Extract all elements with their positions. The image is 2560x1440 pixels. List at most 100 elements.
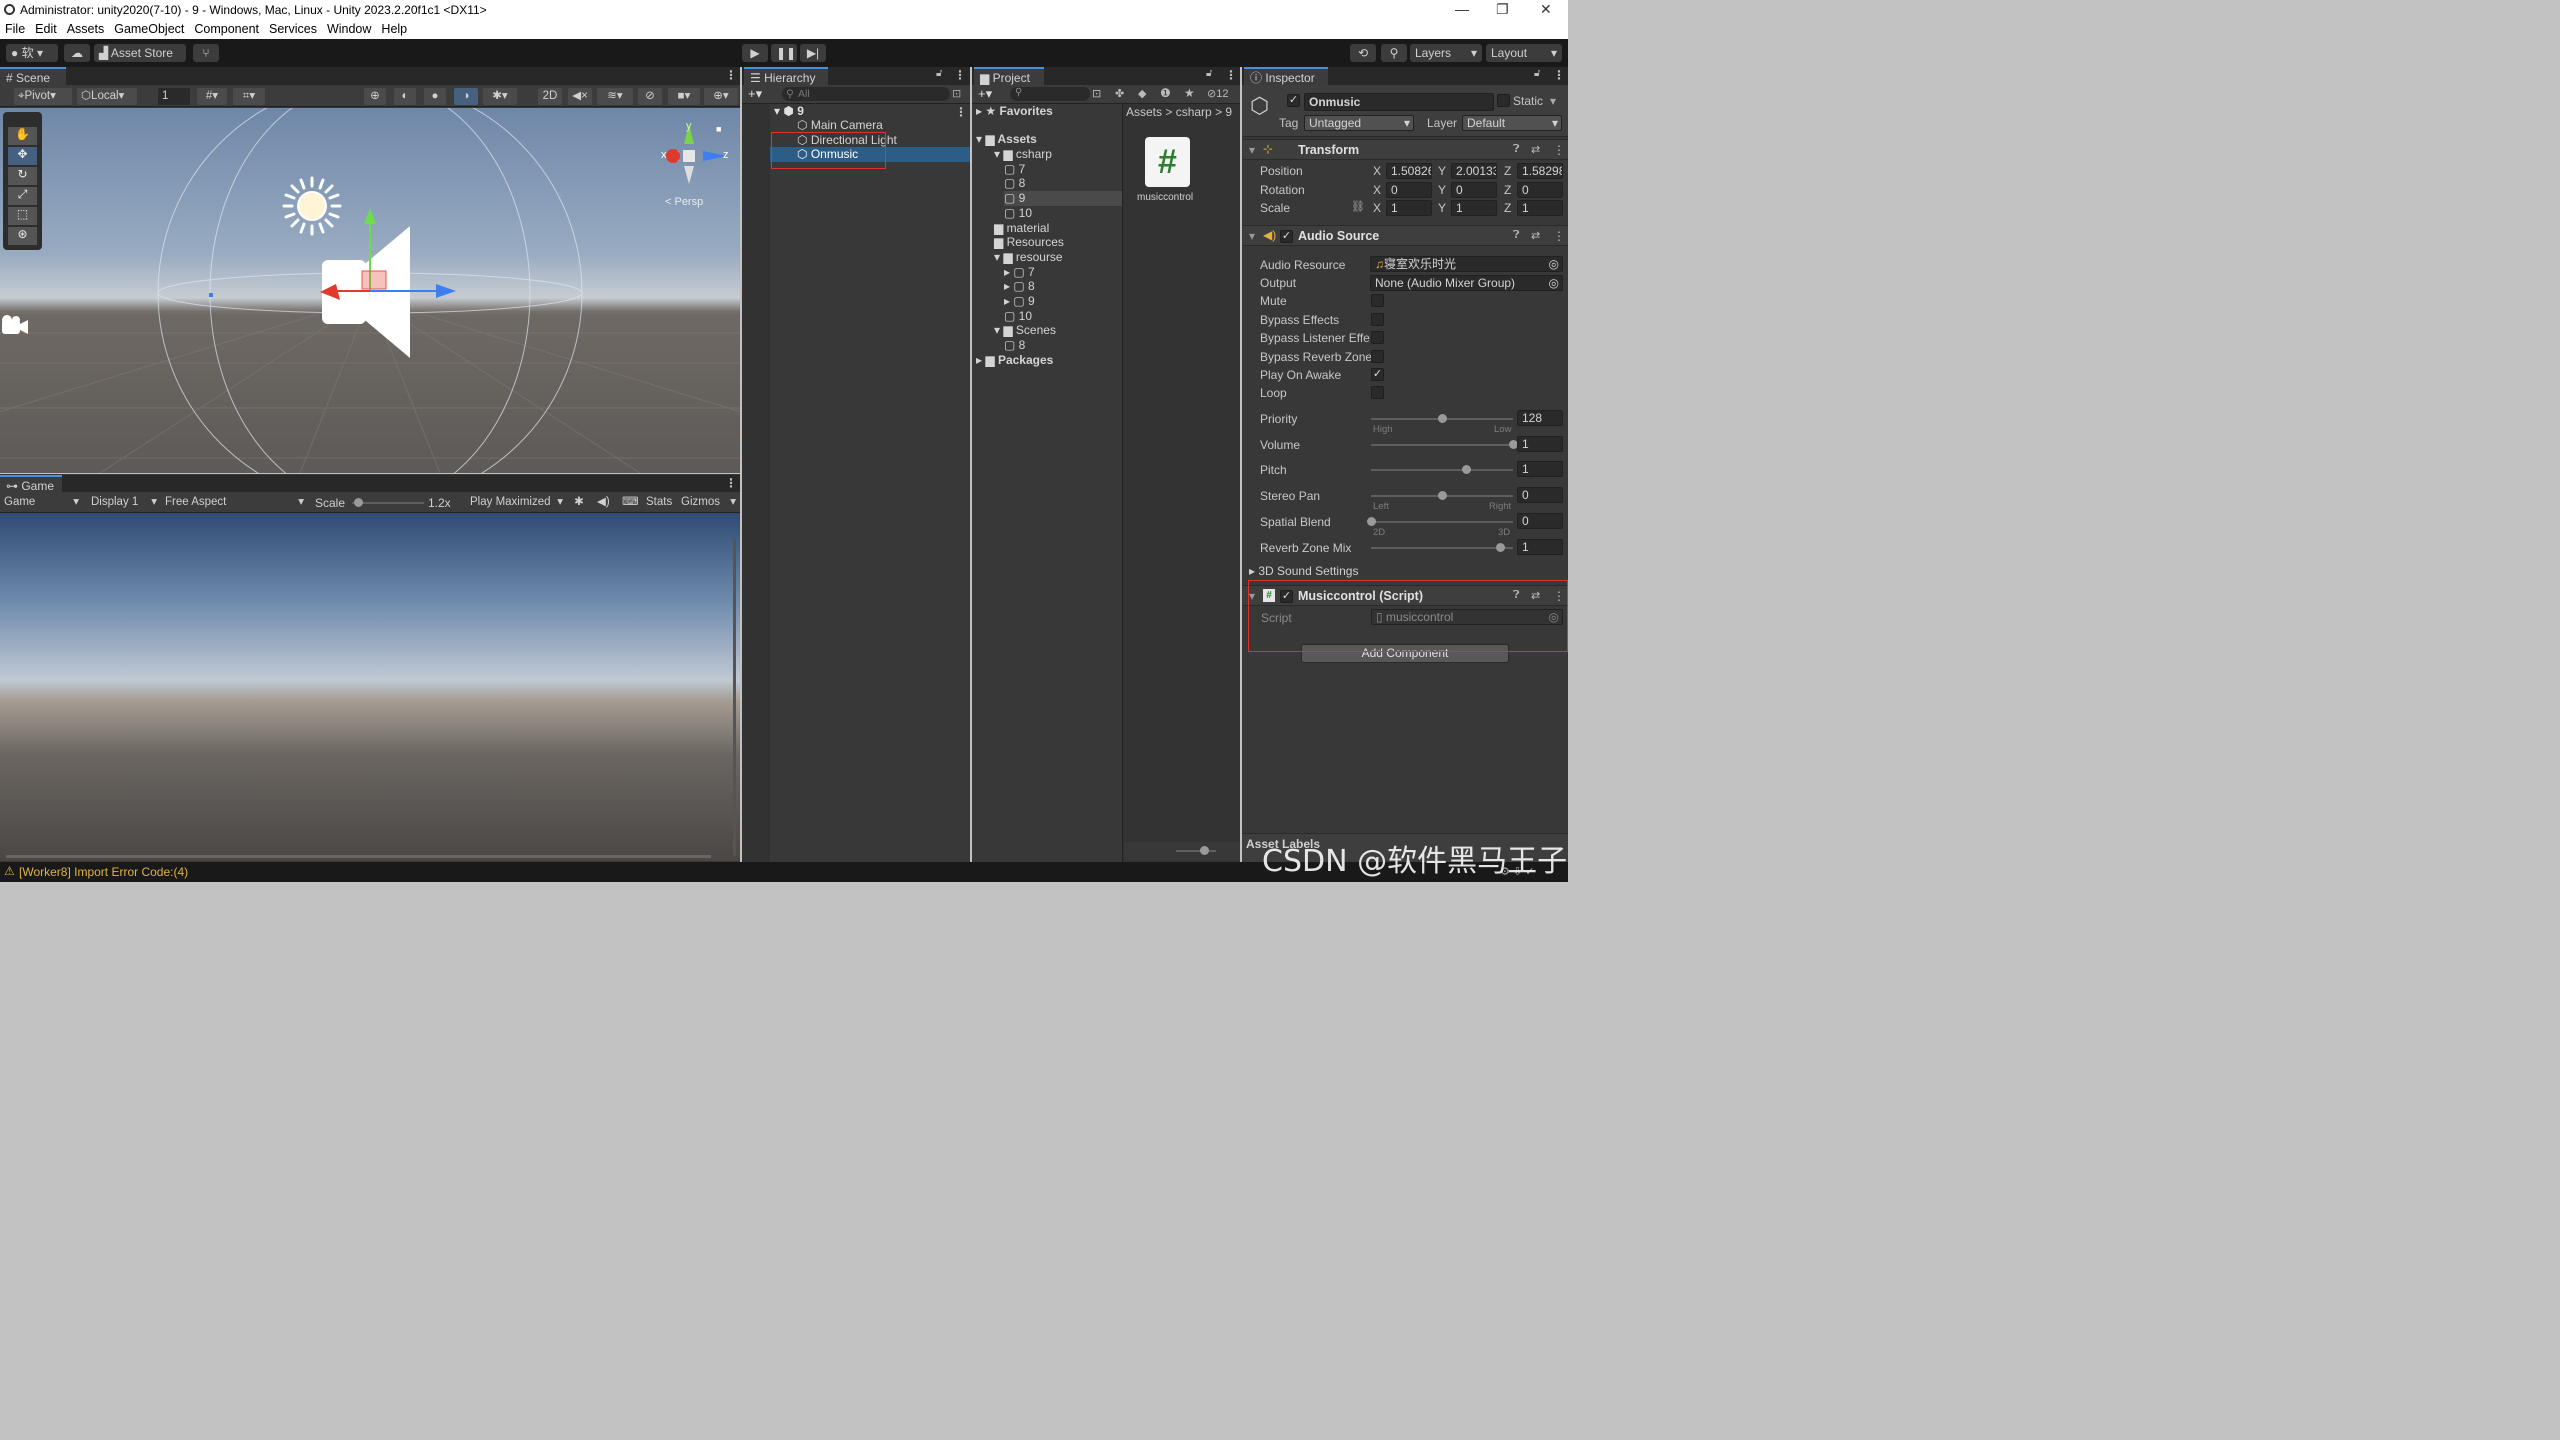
presets-icon[interactable]: ⇄ <box>1531 143 1540 156</box>
layers-dropdown[interactable]: Layers ▾ <box>1410 44 1482 62</box>
main-camera-gizmo-icon[interactable] <box>2 315 28 334</box>
tab-hierarchy[interactable]: ☰ Hierarchy <box>744 67 828 85</box>
scene-viewport[interactable]: y x z < Persp ■ ✋ ✥ ↻ ⤢ ⬚ ⊛ <box>0 108 740 473</box>
breadcrumb-9[interactable]: 9 <box>1225 105 1232 119</box>
project-splitter[interactable] <box>1122 104 1123 862</box>
sound-3d-settings-foldout[interactable]: ▸ 3D Sound Settings <box>1249 564 1358 578</box>
project-folder-item[interactable]: ▾ ▆ Scenes <box>994 323 1056 338</box>
breadcrumb-csharp[interactable]: csharp <box>1176 105 1212 119</box>
audio-toggle-button[interactable]: ◀× <box>568 88 592 105</box>
scene-search-icon[interactable]: ✤ <box>1115 87 1124 100</box>
shading-shaded-wire-button[interactable]: ◐ <box>394 88 416 105</box>
loop-checkbox[interactable] <box>1371 386 1384 399</box>
move-tool-button[interactable]: ✥ <box>8 147 37 165</box>
kebab-menu-icon[interactable]: ⋮ <box>725 476 737 490</box>
breadcrumb-assets[interactable]: Assets <box>1126 105 1162 119</box>
label-filter-icon[interactable]: ◆ <box>1138 87 1146 100</box>
menu-gameobject[interactable]: GameObject <box>114 20 184 36</box>
debug-draw-mode-button[interactable]: ✱▾ <box>483 88 517 105</box>
kebab-menu-icon[interactable]: ⋮ <box>1553 143 1565 157</box>
project-search-input[interactable]: ⚲ <box>1010 87 1090 101</box>
hierarchy-search-input[interactable]: ⚲ All <box>782 87 950 101</box>
play-on-awake-checkbox[interactable]: ✓ <box>1371 368 1384 381</box>
priority-slider-knob[interactable] <box>1438 414 1447 423</box>
menu-edit[interactable]: Edit <box>35 20 57 36</box>
pause-button[interactable]: ❚❚ <box>771 44 797 62</box>
project-folder-item[interactable]: ▢ 9 <box>1004 191 1122 207</box>
reverb-zone-mix-slider-track[interactable] <box>1371 547 1513 549</box>
shading-wire-button[interactable]: ⊕ <box>364 88 386 105</box>
scale-tool-button[interactable]: ⤢ <box>8 187 37 205</box>
game-hscrollbar[interactable] <box>6 855 711 858</box>
object-active-checkbox[interactable]: ✓ <box>1287 94 1300 107</box>
frame-debugger-button[interactable]: ✱ <box>569 494 589 511</box>
icon-size-slider[interactable] <box>1176 850 1216 852</box>
volume-slider-track[interactable] <box>1371 444 1513 446</box>
scale-x-field[interactable]: 1 <box>1386 200 1432 216</box>
hidden-packages-button[interactable]: ⊘12 <box>1207 87 1228 100</box>
effects-toggle-button[interactable]: ≋▾ <box>597 88 633 105</box>
rect-tool-button[interactable]: ⬚ <box>8 207 37 225</box>
assets-root-row[interactable]: ▾ ▆ Assets <box>976 132 1037 147</box>
search-button[interactable]: ⚲ <box>1381 44 1407 62</box>
scale-slider-knob[interactable] <box>353 498 363 507</box>
bypass-effects-checkbox[interactable] <box>1371 313 1384 326</box>
pivot-dropdown[interactable]: ⌖Pivot▾ <box>14 88 72 105</box>
hidden-objects-button[interactable]: ⊘ <box>638 88 662 105</box>
project-file-label[interactable]: musiccontrol <box>1137 192 1193 203</box>
layout-dropdown[interactable]: Layout ▾ <box>1486 44 1562 62</box>
kebab-menu-icon[interactable]: ⋮ <box>1225 68 1237 82</box>
aspect-dropdown[interactable]: Free Aspect ▾ <box>161 494 307 511</box>
layer-dropdown[interactable]: Default ▾ <box>1462 115 1562 131</box>
cloud-button[interactable]: ☁ <box>64 44 90 62</box>
local-dropdown[interactable]: ⬡Local▾ <box>77 88 137 105</box>
maximize-button[interactable]: ❐ <box>1496 1 1509 18</box>
lock-icon[interactable]: ■ <box>716 124 721 134</box>
game-viewport[interactable] <box>0 513 740 861</box>
minimize-button[interactable]: — <box>1455 1 1469 17</box>
volume-value-field[interactable]: 1 <box>1517 436 1563 452</box>
project-folder-item[interactable]: ▸ ▢ 8 <box>1004 279 1035 294</box>
spatial-blend-value-field[interactable]: 0 <box>1517 513 1563 529</box>
priority-value-field[interactable]: 128 <box>1517 410 1563 426</box>
gizmos-toggle-button[interactable]: ⊕▾ <box>704 88 738 105</box>
tab-project[interactable]: ▆ Project <box>974 67 1044 85</box>
range-handle[interactable] <box>209 293 213 297</box>
gizmos-dropdown[interactable]: Gizmos ▾ <box>677 494 739 511</box>
project-folder-item[interactable]: ▢ 10 <box>1004 206 1032 221</box>
persp-label[interactable]: < Persp <box>665 196 703 208</box>
project-folder-item[interactable]: ▢ 8 <box>1004 338 1025 353</box>
search-by-type-icon[interactable]: ⊡ <box>1092 87 1101 100</box>
menu-services[interactable]: Services <box>269 20 317 36</box>
position-y-field[interactable]: 2.00133 <box>1451 163 1497 179</box>
status-message[interactable]: [Worker8] Import Error Code:(4) <box>19 865 188 879</box>
csharp-script-file-icon[interactable]: # <box>1145 137 1190 187</box>
lock-icon[interactable]: 🔓︎ <box>936 68 942 79</box>
stats-button[interactable]: Stats <box>642 494 676 511</box>
grid-toggle-button[interactable]: #▾ <box>197 88 227 105</box>
lock-icon[interactable]: 🔓︎ <box>1534 68 1540 79</box>
kebab-menu-icon[interactable]: ⋮ <box>954 68 966 82</box>
log-icon[interactable]: ❶ <box>1160 86 1171 100</box>
rotate-tool-button[interactable]: ↻ <box>8 167 37 185</box>
icon-size-knob[interactable] <box>1200 846 1209 855</box>
search-filter-icon[interactable]: ⊡ <box>952 87 961 100</box>
kebab-menu-icon[interactable]: ⋮ <box>1553 68 1565 82</box>
position-z-field[interactable]: 1.58298 <box>1517 163 1563 179</box>
audio-source-enabled-checkbox[interactable]: ✓ <box>1280 230 1293 243</box>
play-button[interactable]: ▶ <box>742 44 768 62</box>
spatial-blend-slider-knob[interactable] <box>1367 517 1376 526</box>
shading-solid-button[interactable]: ● <box>424 88 446 105</box>
bypass-reverb-checkbox[interactable] <box>1371 350 1384 363</box>
toggle-2d-button[interactable]: 2D <box>538 88 562 105</box>
kebab-menu-icon[interactable]: ⋮ <box>725 68 737 82</box>
project-folder-item[interactable]: ▾ ▆ csharp <box>994 147 1052 162</box>
chevron-down-icon[interactable]: ▾ <box>1550 94 1556 108</box>
pitch-slider-track[interactable] <box>1371 469 1513 471</box>
bypass-listener-checkbox[interactable] <box>1371 331 1384 344</box>
menu-help[interactable]: Help <box>381 20 407 36</box>
close-button[interactable]: ✕ <box>1540 1 1552 18</box>
hand-tool-button[interactable]: ✋ <box>8 127 37 145</box>
rotation-y-field[interactable]: 0 <box>1451 182 1497 198</box>
create-plus-button[interactable]: +▾ <box>748 86 762 102</box>
